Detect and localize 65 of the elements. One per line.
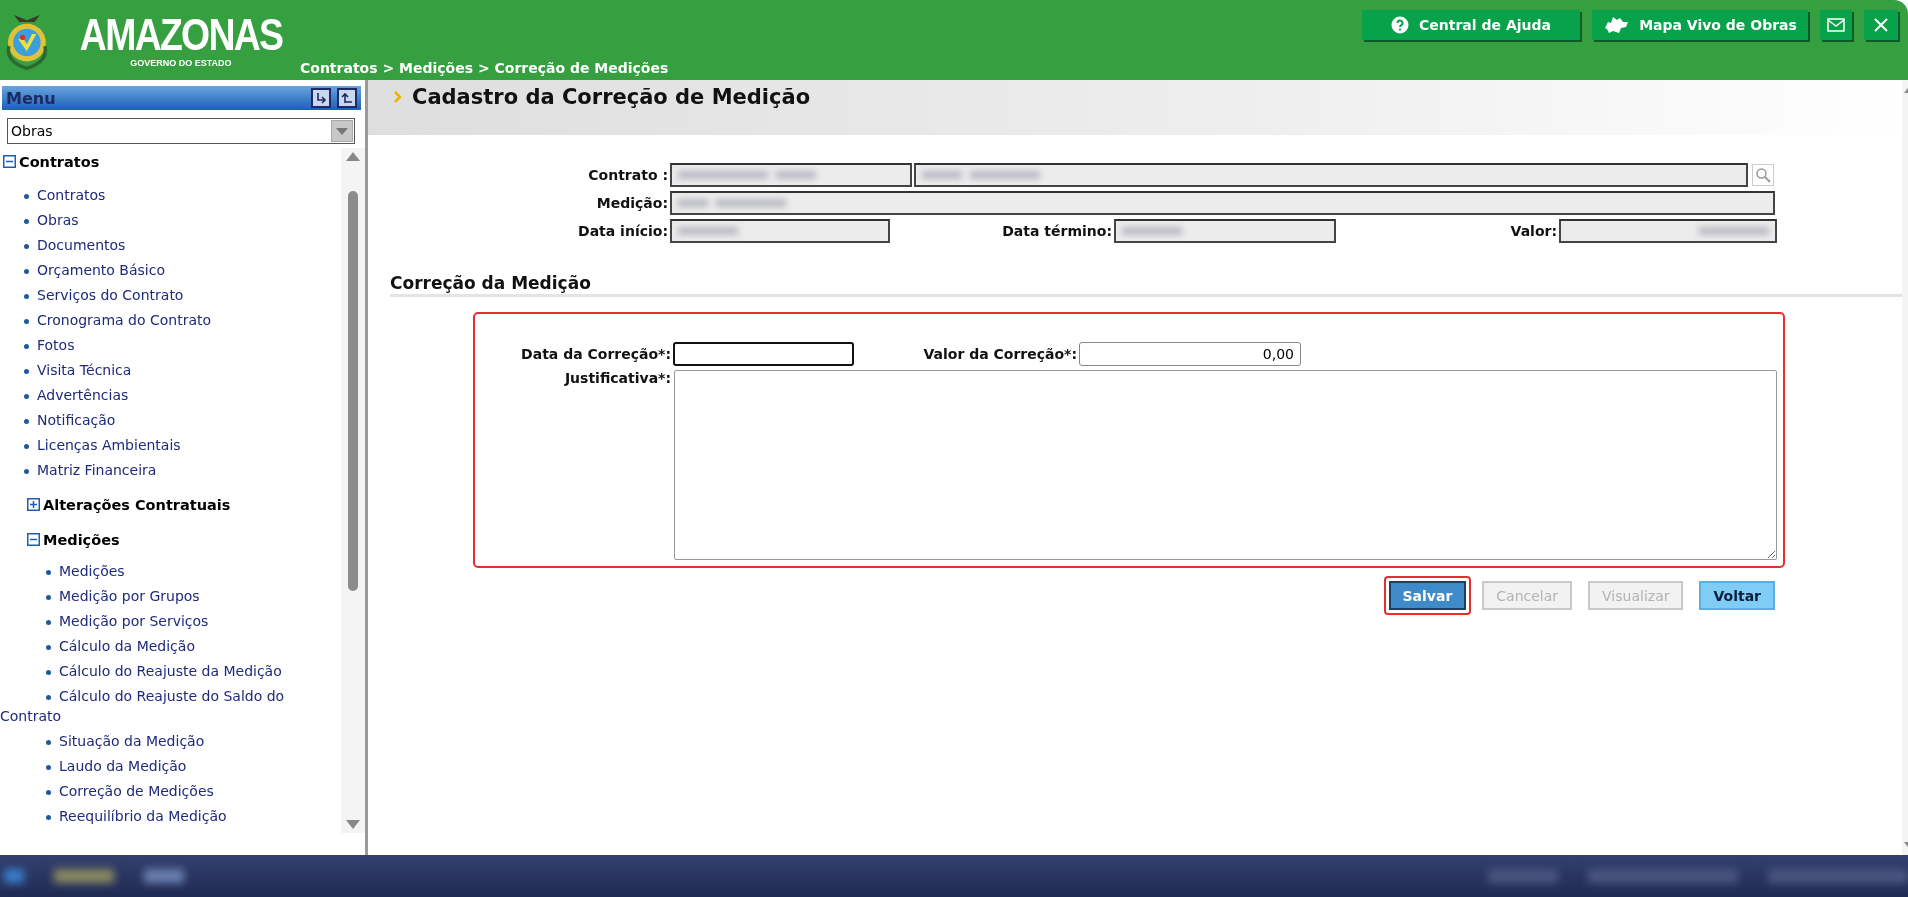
date-input[interactable] [673, 342, 854, 366]
logo-subtitle: GOVERNO DO ESTADO [130, 58, 232, 68]
collapse-icon[interactable] [3, 155, 16, 168]
field-label: Data término: [1001, 223, 1112, 239]
field-label: Justificativa*: [563, 370, 671, 386]
close-button[interactable] [1864, 10, 1898, 40]
menu-link[interactable]: Orçamento Básico [0, 260, 320, 285]
scroll-down-icon[interactable] [346, 820, 360, 829]
menu-group-label[interactable]: Alterações Contratuais [43, 496, 231, 513]
section-title: Correção da Medição [390, 273, 591, 293]
menu-title: Menu [6, 88, 56, 108]
menu-link[interactable]: Advertências [0, 385, 320, 410]
menu-group-label[interactable]: Medições [43, 531, 120, 548]
search-icon [1755, 167, 1771, 183]
menu-link[interactable]: Cálculo do Reajuste da Medição [0, 661, 320, 686]
amount-input[interactable]: 0,00 [1079, 342, 1301, 366]
page-title: Cadastro da Correção de Medição [412, 85, 811, 109]
collapse-icon[interactable] [27, 533, 40, 546]
menu-link[interactable]: Situação da Medição [0, 731, 320, 756]
menu-link[interactable]: Cálculo do Reajuste do Saldo do Contrato [0, 686, 320, 731]
menu-link[interactable]: Serviços do Contrato [0, 285, 320, 310]
logo-title: AMAZONAS [79, 12, 283, 58]
menu-link[interactable]: Cronograma do Contrato [0, 310, 320, 335]
field-label: Valor: [1509, 223, 1557, 239]
field-label: Data início: [577, 223, 668, 239]
map-icon [1603, 16, 1630, 34]
menu-link[interactable]: Medição por Grupos [0, 586, 320, 611]
menu-link[interactable]: Matriz Financeira [0, 460, 320, 485]
mail-button[interactable] [1820, 10, 1852, 40]
menu-link[interactable]: Documentos [0, 235, 320, 260]
action-button[interactable]: Salvar [1388, 581, 1467, 610]
arrow-down-right-icon [315, 92, 327, 104]
scroll-up-icon[interactable] [346, 152, 360, 161]
menu-link[interactable]: Visita Técnica [0, 360, 320, 385]
field-label: Data da Correção*: [520, 346, 671, 362]
undock-button[interactable] [337, 88, 357, 108]
search-button[interactable] [1752, 164, 1774, 186]
menu-link[interactable]: Fotos [0, 335, 320, 360]
action-button[interactable]: Voltar [1699, 581, 1775, 610]
menu-link[interactable]: Medição por Serviços [0, 611, 320, 636]
chevron-icon [394, 91, 402, 103]
close-icon [1873, 17, 1889, 33]
menu-link[interactable]: Cálculo da Medição [0, 636, 320, 661]
menu-link[interactable]: Licenças Ambientais [0, 435, 320, 460]
field-label: Valor da Correção*: [922, 346, 1077, 362]
scrollbar-thumb[interactable] [348, 191, 358, 591]
module-select[interactable]: Obras [7, 118, 355, 144]
menu-link[interactable]: Laudo da Medição [0, 756, 320, 781]
mail-icon [1827, 18, 1845, 32]
caret-icon [336, 127, 348, 135]
field-label: Contrato : [587, 167, 668, 183]
menu-link[interactable]: Obras [0, 210, 320, 235]
dock-button[interactable] [311, 88, 331, 108]
breadcrumb: Contratos > Medições > Correção de Medições [300, 60, 669, 76]
menu-link[interactable]: Notificação [0, 410, 320, 435]
menu-group-label[interactable]: Contratos [19, 153, 100, 170]
scrollbar[interactable] [341, 148, 365, 833]
menu-link[interactable]: Correção de Medições [0, 781, 320, 806]
menu-link[interactable]: Medições [0, 561, 320, 586]
field-label: Medição: [595, 195, 668, 211]
expand-icon[interactable] [27, 498, 40, 511]
arrow-up-icon [341, 92, 353, 104]
menu-link[interactable]: Reequilíbrio da Medição [0, 806, 320, 831]
menu-link[interactable]: Contratos [0, 185, 320, 210]
help-icon [1391, 16, 1410, 34]
